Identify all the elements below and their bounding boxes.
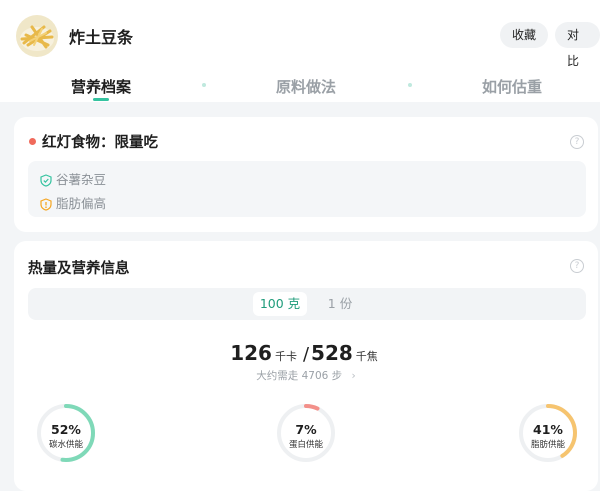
tag-grain: 谷薯杂豆	[40, 169, 106, 188]
shield-check-icon	[40, 174, 52, 187]
nutrition-card: 热量及营养信息 ? 100 克 1 份 126 千卡 /528 千焦 大约需走 470…	[14, 241, 598, 491]
protein-label: 蛋白供能	[288, 440, 323, 450]
header: 炸土豆条 收藏 对比 营养档案 原料做法 如何估重	[0, 0, 600, 102]
red-light-indicator	[29, 138, 36, 145]
tag-fat: 脂肪偏高	[40, 193, 106, 212]
help-icon[interactable]: ?	[570, 259, 584, 273]
portion-option-100g[interactable]: 100 克	[253, 292, 307, 316]
tab-separator-dot	[202, 83, 206, 87]
energy-separator: /	[302, 344, 310, 365]
help-icon[interactable]: ?	[570, 135, 584, 149]
section-title: 热量及营养信息	[28, 261, 130, 277]
portion-option-serving[interactable]: 1 份	[325, 292, 355, 316]
macro-ring-fat: 41% 脂肪供能	[518, 403, 578, 463]
shield-alert-icon	[40, 198, 52, 211]
food-thumbnail	[16, 15, 58, 57]
rating-tags: 谷薯杂豆 脂肪偏高	[28, 161, 586, 217]
fat-percent: 41%	[533, 422, 563, 437]
tab-weight-estimate[interactable]: 如何估重	[452, 76, 572, 97]
carbs-percent: 52%	[51, 422, 81, 437]
fries-icon	[20, 25, 54, 51]
rating-title: 红灯食物：限量吃	[42, 135, 158, 151]
tab-separator-dot	[408, 83, 412, 87]
carbs-label: 碳水供能	[48, 440, 83, 450]
portion-selector: 100 克 1 份	[28, 288, 586, 320]
energy-summary: 126 千卡 /528 千焦	[14, 341, 598, 365]
chevron-right-icon: ›	[351, 370, 356, 382]
tab-nutrition-profile[interactable]: 营养档案	[41, 76, 161, 97]
walk-steps-link[interactable]: 大约需走 4706 步 ›	[14, 368, 598, 383]
kj-value: 528	[311, 341, 353, 365]
food-title: 炸土豆条	[69, 28, 134, 47]
fat-label: 脂肪供能	[530, 440, 565, 450]
tab-bar: 营养档案 原料做法 如何估重	[0, 72, 600, 102]
active-tab-indicator	[93, 98, 109, 101]
macro-ring-carbs: 52% 碳水供能	[36, 403, 96, 463]
compare-button[interactable]: 对比	[555, 22, 600, 68]
walk-steps-text: 大约需走 4706 步	[256, 370, 343, 382]
tag-label: 脂肪偏高	[56, 196, 107, 211]
kj-unit: 千焦	[355, 350, 378, 363]
tab-ingredients-method[interactable]: 原料做法	[246, 76, 366, 97]
protein-percent: 7%	[295, 422, 317, 437]
macro-ring-protein: 7% 蛋白供能	[276, 403, 336, 463]
food-rating-card: 红灯食物：限量吃 ? 谷薯杂豆 脂肪偏高	[14, 117, 598, 232]
tag-label: 谷薯杂豆	[56, 172, 107, 187]
favorite-button[interactable]: 收藏	[500, 22, 549, 48]
kcal-value: 126	[230, 341, 272, 365]
kcal-unit: 千卡	[274, 350, 297, 363]
